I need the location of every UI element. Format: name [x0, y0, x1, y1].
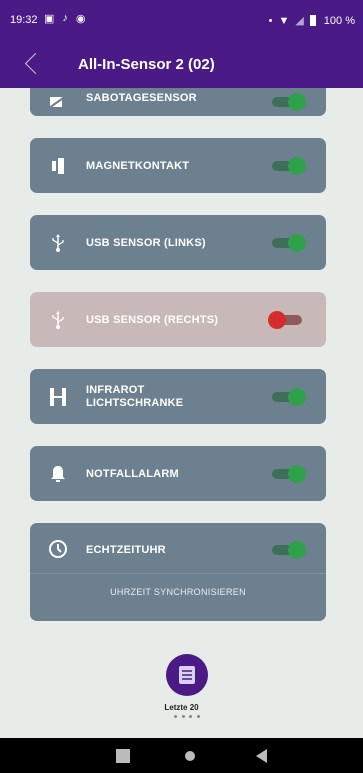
- sensor-toggle[interactable]: [268, 311, 302, 329]
- status-bar: 19:32 ▣ ♪ ◉ • ▼ ◢ 100 %: [0, 0, 363, 42]
- card-notfallalarm[interactable]: NOTFALLALARM: [30, 446, 326, 501]
- card-usb-rechts[interactable]: USB SENSOR (RECHTS): [30, 292, 326, 347]
- sensor-label: MAGNETKONTAKT: [86, 160, 190, 172]
- wifi-icon: ▼: [278, 14, 290, 27]
- sensor-label: USB SENSOR (LINKS): [86, 237, 206, 249]
- card-infrarot[interactable]: INFRAROT LICHTSCHRANKE: [30, 369, 326, 424]
- usb-icon: [46, 231, 70, 255]
- bell-icon: [46, 462, 70, 486]
- page-title: All-In-Sensor 2 (02): [78, 56, 215, 73]
- usb-icon: [46, 308, 70, 332]
- home-icon[interactable]: [185, 751, 195, 761]
- tune-icon: ♪: [62, 12, 68, 24]
- sensor-label: USB SENSOR (RECHTS): [86, 314, 219, 326]
- card-sabotage[interactable]: SABOTAGESENSOR: [30, 88, 326, 116]
- chrome-icon: ◉: [75, 13, 86, 25]
- back-icon[interactable]: [256, 749, 267, 763]
- page-indicator: [174, 715, 200, 719]
- clock-icon: [46, 537, 70, 561]
- app-bar: All-In-Sensor 2 (02): [0, 42, 363, 88]
- divider: [30, 573, 326, 574]
- sensor-label: ECHTZEITUHR: [86, 544, 166, 556]
- back-arrow-icon[interactable]: [24, 52, 47, 75]
- sensor-toggle[interactable]: [272, 541, 306, 559]
- infrared-icon: [46, 385, 70, 409]
- status-time: 19:32: [10, 14, 38, 26]
- sensor-toggle[interactable]: [272, 93, 306, 111]
- signal-icon: ◢: [295, 15, 304, 27]
- sync-time-button[interactable]: UHRZEIT SYNCHRONISIEREN: [30, 587, 326, 597]
- sensor-label-line1: INFRAROT: [86, 384, 145, 396]
- sensor-label: SABOTAGESENSOR: [86, 92, 197, 104]
- recents-icon[interactable]: [116, 749, 130, 763]
- status-left-icons: ▣ ♪ ◉: [44, 12, 86, 25]
- battery-icon: [309, 15, 316, 26]
- magnet-contact-icon: [46, 154, 70, 178]
- dot-icon: •: [268, 14, 273, 27]
- sensor-toggle[interactable]: [272, 157, 306, 175]
- system-nav-bar: [0, 738, 363, 773]
- sensor-label-line2: LICHTSCHRANKE: [86, 397, 184, 409]
- status-right-icons: • ▼ ◢ 100 %: [268, 14, 355, 28]
- sabotage-icon: [46, 90, 70, 114]
- sensor-list: SABOTAGESENSOR MAGNETKONTAKT USB SENSOR …: [0, 88, 363, 738]
- sensor-label: NOTFALLALARM: [86, 468, 179, 480]
- battery-percent: 100 %: [323, 14, 355, 27]
- card-echtzeituhr: ECHTZEITUHR UHRZEIT SYNCHRONISIEREN: [30, 523, 326, 621]
- sensor-toggle[interactable]: [272, 465, 306, 483]
- history-label: Letzte 20: [164, 703, 199, 712]
- sensor-toggle[interactable]: [272, 388, 306, 406]
- card-magnetkontakt[interactable]: MAGNETKONTAKT: [30, 138, 326, 193]
- sensor-toggle[interactable]: [272, 234, 306, 252]
- notification-icon: ▣: [44, 13, 55, 25]
- card-usb-links[interactable]: USB SENSOR (LINKS): [30, 215, 326, 270]
- history-button[interactable]: [166, 654, 208, 696]
- list-icon: [179, 666, 195, 684]
